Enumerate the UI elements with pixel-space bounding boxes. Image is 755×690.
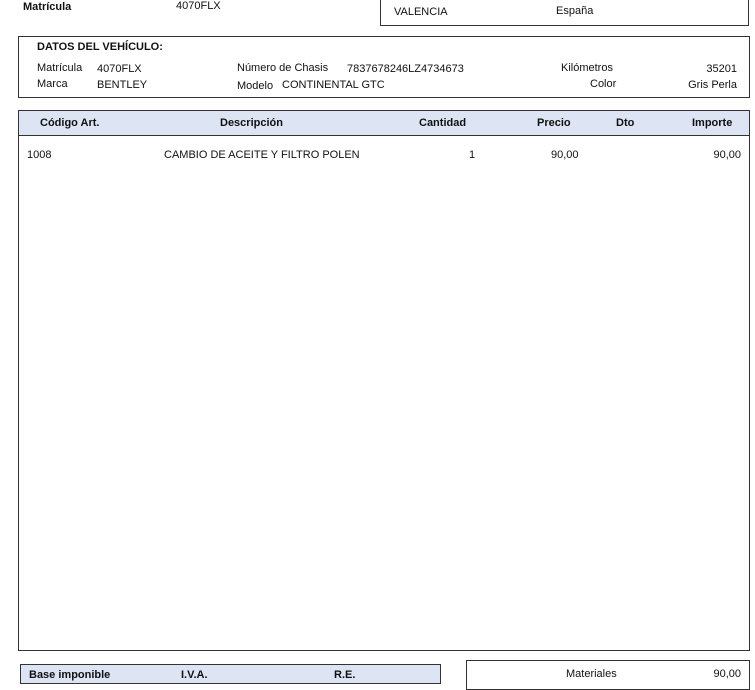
vehicle-color-value: Gris Perla [688, 79, 737, 91]
vehicle-marca-value: BENTLEY [97, 79, 148, 91]
vehicle-marca-label: Marca [37, 78, 68, 90]
header-importe: Importe [692, 117, 733, 129]
row-descripcion: CAMBIO DE ACEITE Y FILTRO POLEN [164, 149, 360, 161]
header-codigo: Código Art. [40, 117, 100, 129]
vehicle-color-label: Color [590, 78, 617, 90]
vehicle-section-title: DATOS DEL VEHÍCULO: [37, 41, 163, 53]
header-precio: Precio [537, 117, 571, 129]
row-cantidad: 1 [469, 149, 476, 161]
vehicle-chasis-label: Número de Chasis [237, 62, 329, 74]
vehicle-chasis-value: 7837678246LZ4734673 [347, 63, 464, 75]
header-descripcion: Descripción [220, 117, 283, 129]
re-label: R.E. [334, 669, 356, 681]
vehicle-modelo-label: Modelo [237, 80, 274, 92]
table-row: 1008 CAMBIO DE ACEITE Y FILTRO POLEN 1 9… [19, 147, 749, 163]
materiales-value: 90,00 [713, 668, 741, 680]
tax-summary-header: Base imponible I.V.A. R.E. [20, 664, 441, 684]
vehicle-km-value: 35201 [706, 63, 737, 75]
plate-value: 4070FLX [176, 0, 221, 12]
vehicle-km-label: Kilómetros [561, 62, 613, 74]
base-label: Base imponible [29, 669, 111, 681]
vehicle-data-box: DATOS DEL VEHÍCULO: Matrícula 4070FLX Ma… [18, 36, 750, 98]
city-text: VALENCIA [394, 6, 448, 18]
vehicle-matricula-label: Matrícula [37, 62, 83, 74]
row-precio: 90,00 [551, 149, 579, 161]
plate-label: Matrícula [23, 1, 72, 13]
row-codigo: 1008 [27, 149, 52, 161]
header-cantidad: Cantidad [419, 117, 467, 129]
country-text: España [556, 5, 594, 17]
items-table: Código Art. Descripción Cantidad Precio … [18, 110, 750, 651]
materiales-label: Materiales [566, 668, 617, 680]
customer-address-box: VALENCIA España [380, 0, 749, 26]
table-header: Código Art. Descripción Cantidad Precio … [19, 111, 749, 136]
iva-label: I.V.A. [181, 669, 208, 681]
vehicle-matricula-value: 4070FLX [97, 63, 142, 75]
vehicle-modelo-value: CONTINENTAL GTC [282, 79, 385, 91]
row-importe: 90,00 [713, 149, 741, 161]
totals-box: Materiales 90,00 [466, 660, 750, 690]
header-dto: Dto [616, 117, 635, 129]
